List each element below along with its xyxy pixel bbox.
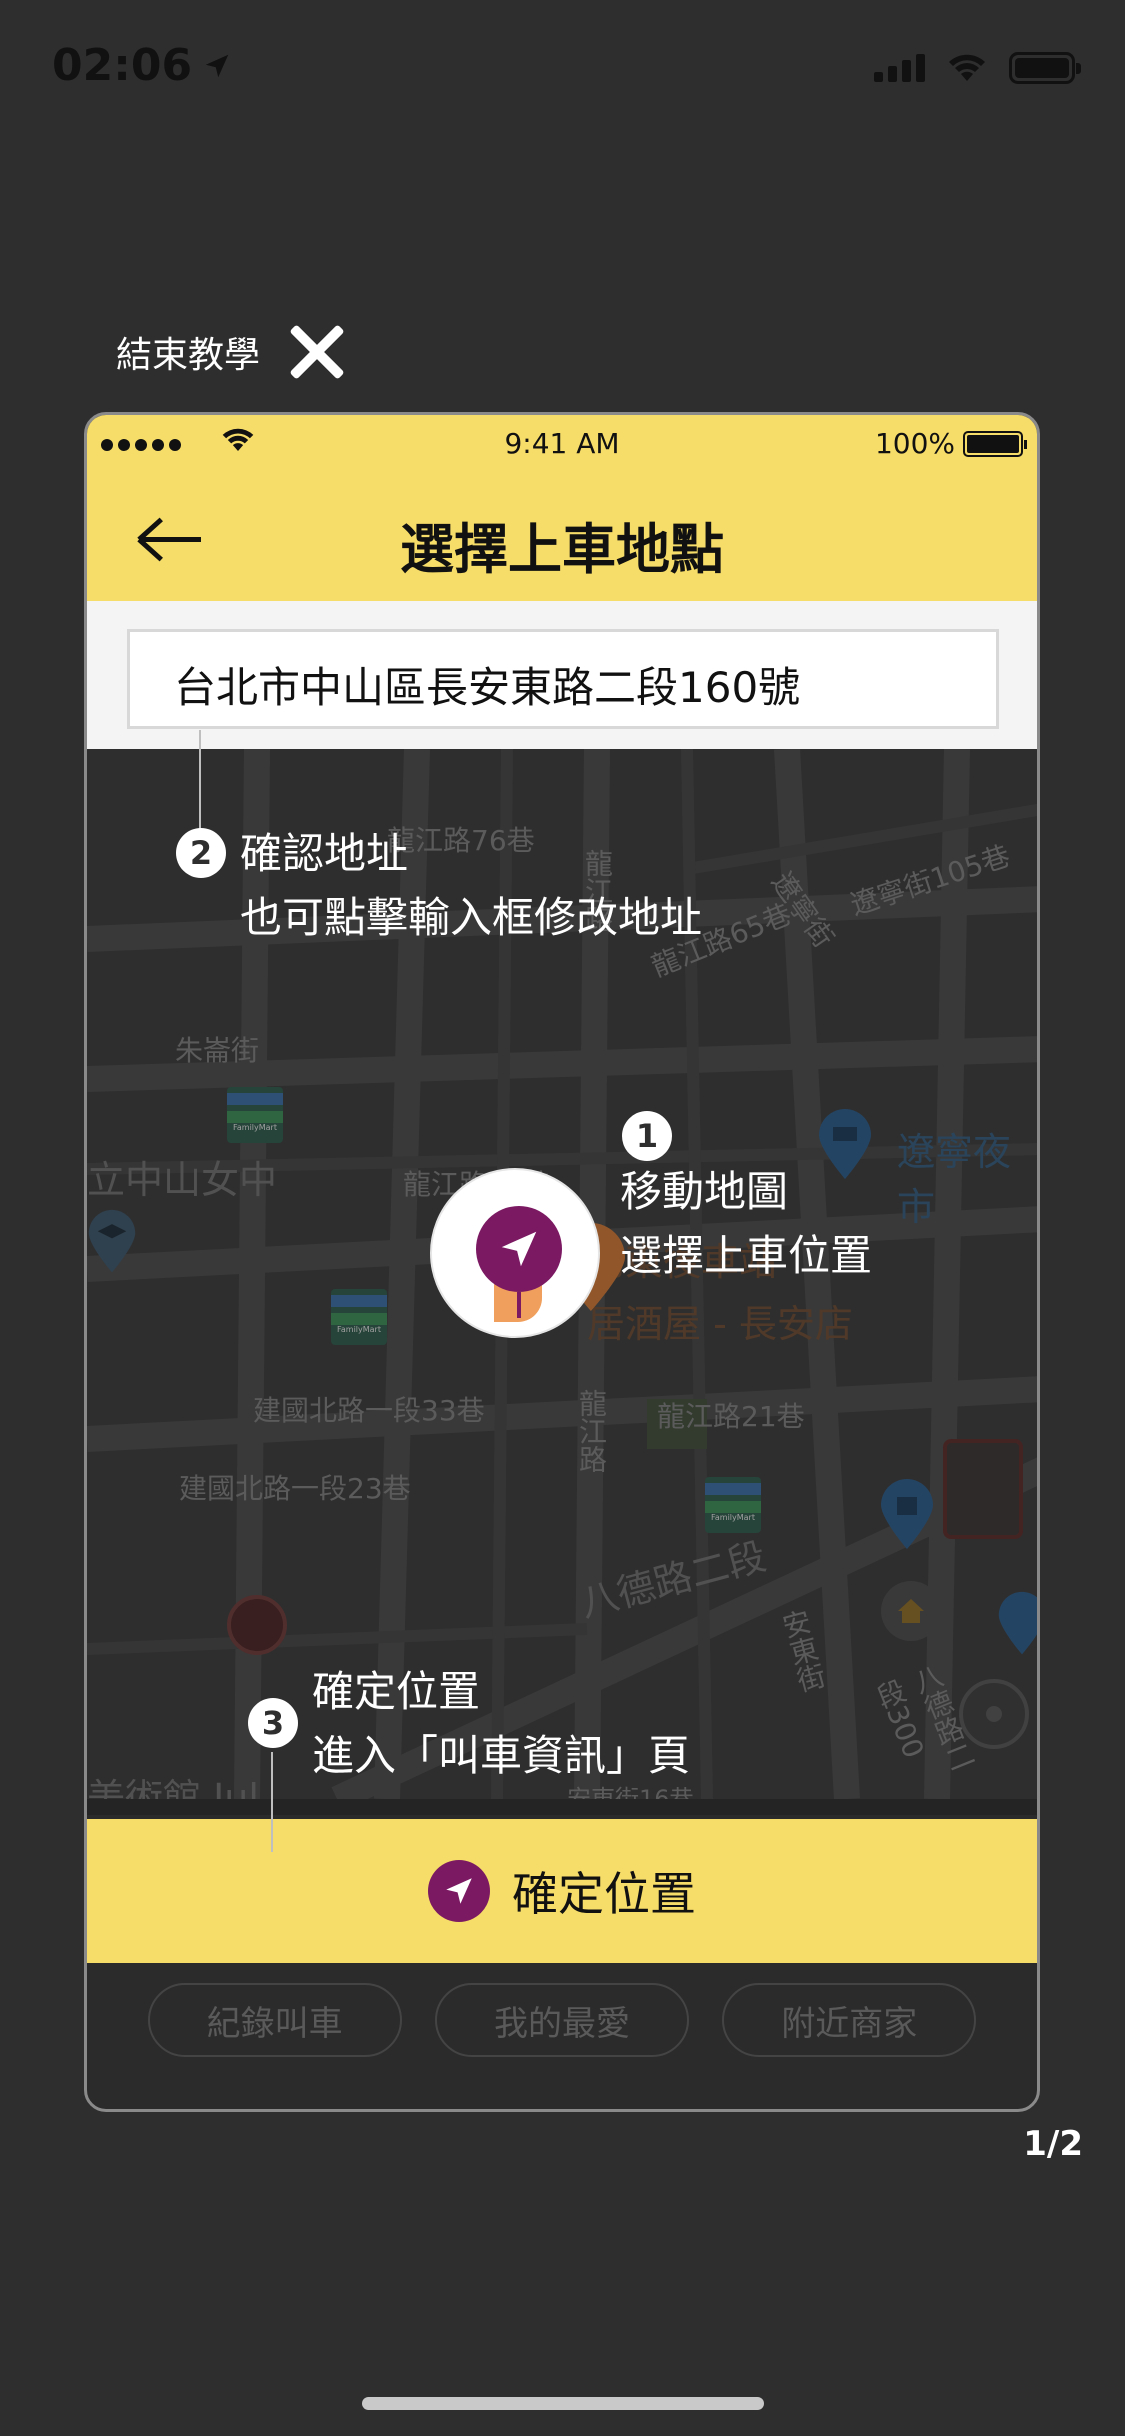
familymart-label: FamilyMart [337,1325,381,1334]
chip-history[interactable]: 紀錄叫車 [147,1983,402,2057]
home-icon[interactable] [881,1581,941,1641]
familymart-icon[interactable]: FamilyMart [331,1289,387,1345]
address-section: 台北市中山區長安東路二段160號 [87,601,1037,749]
system-status-time: 02:06 [52,40,232,91]
step-2-line [199,730,201,830]
close-icon[interactable] [286,322,346,382]
step-1-text: 移動地圖 選擇上車位置 [620,1160,872,1288]
step-1-badge: 1 [622,1111,672,1161]
map-label: 龍江路 [575,1389,608,1473]
familymart-icon[interactable]: FamilyMart [227,1087,283,1143]
mock-battery-icon [963,430,1027,457]
map-label: 建國北路一段23巷 [179,1472,411,1505]
familymart-icon[interactable]: FamilyMart [705,1477,761,1533]
step-3-line2: 進入「叫車資訊」頁 [312,1731,691,1780]
mock-status-bar: 9:41 AM 100% [87,415,1037,477]
step-2-line1: 確認地址 [240,829,409,878]
chip-nearby[interactable]: 附近商家 [722,1983,977,2057]
confirm-location-label: 確定位置 [512,1867,696,1921]
map-label: 立中山女中 [87,1158,278,1202]
step-3-badge: 3 [248,1698,298,1748]
end-tutorial-label: 結束教學 [116,335,261,376]
my-location-button[interactable] [959,1679,1029,1749]
page-title: 選擇上車地點 [400,518,724,581]
wifi-icon [949,54,985,81]
school-pin-icon[interactable] [87,1209,137,1275]
chip-favorites[interactable]: 我的最愛 [434,1983,689,2057]
quick-chips: 紀錄叫車 我的最愛 附近商家 [87,1983,1037,2057]
step-1-line2: 選擇上車位置 [620,1231,873,1280]
mock-battery-percent: 100% [874,427,955,460]
map-label: 遼寧夜市 [897,1130,1012,1229]
step-2-badge: 2 [176,828,226,878]
location-arrow-icon [205,54,229,77]
address-input[interactable]: 台北市中山區長安東路二段160號 [127,629,999,729]
step-3-line [271,1752,273,1852]
pickup-navigation-icon [476,1206,562,1292]
cellular-signal-icon [874,54,925,82]
familymart-label: FamilyMart [711,1513,755,1522]
bag-pin-icon[interactable] [879,1479,935,1551]
step-1-line1: 移動地圖 [620,1167,789,1216]
step-3-line1: 確定位置 [312,1667,481,1716]
clock: 02:06 [52,40,193,91]
location-pin-icon[interactable] [997,1579,1037,1669]
map-label: 朱崙街 [175,1034,260,1067]
battery-icon [1009,52,1081,84]
pin-stem [517,1292,521,1318]
map-label: 建國北路一段33巷 [253,1394,485,1427]
center-pin-highlight[interactable] [430,1168,600,1338]
restaurant-logo-icon[interactable] [943,1439,1023,1539]
familymart-label: FamilyMart [233,1123,277,1132]
end-tutorial-button[interactable]: 結束教學 [116,322,346,382]
nav-bar: 選擇上車地點 [87,477,1037,601]
mock-battery: 100% [874,427,1027,460]
navigation-arrow-icon [428,1860,490,1922]
coffee-logo-icon[interactable] [227,1595,287,1655]
step-2-text: 確認地址 也可點擊輸入框修改地址 [240,822,702,950]
step-2-line2: 也可點擊輸入框修改地址 [240,893,703,942]
map-label: 美術館 Jul [87,1776,259,1799]
map-label: 龍江路21巷 [657,1400,805,1433]
confirm-location-button[interactable]: 確定位置 [87,1819,1037,1963]
step-3-text: 確定位置 進入「叫車資訊」頁 [312,1660,690,1788]
page-indicator: 1/2 [1023,2124,1083,2164]
home-indicator[interactable] [362,2397,764,2410]
system-status-icons [874,52,1081,84]
